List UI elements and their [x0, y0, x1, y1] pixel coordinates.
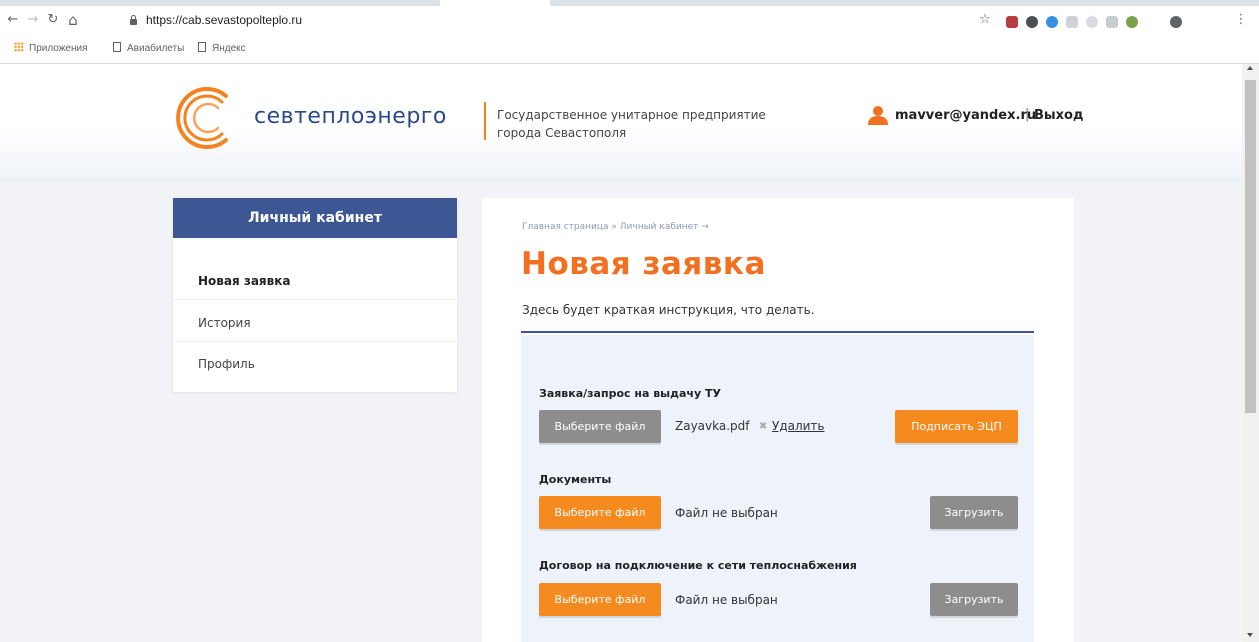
browser-chrome: ← → ↻ ⌂ https://cab.sevastopolteplo.ru ☆… [0, 0, 1259, 64]
extension-icon[interactable] [1026, 16, 1038, 28]
extension-icon[interactable] [1046, 16, 1058, 28]
title-divider [521, 331, 1034, 333]
scroll-up-icon[interactable] [1247, 66, 1253, 70]
home-icon[interactable]: ⌂ [64, 11, 82, 29]
choose-file-button[interactable]: Выберите файл [539, 496, 661, 529]
upload-button[interactable]: Загрузить [930, 496, 1018, 529]
sidebar-divider [173, 341, 457, 342]
logo-icon[interactable] [170, 82, 240, 152]
remove-file-link[interactable]: Удалить [772, 419, 825, 433]
scrollbar-thumb[interactable] [1245, 80, 1256, 413]
extension-icon[interactable] [1006, 16, 1018, 28]
sidebar: Личный кабинет Новая заявка История Проф… [173, 198, 457, 392]
company-tagline: Государственное унитарное предприятие го… [497, 108, 766, 140]
breadcrumb[interactable]: Главная страница » Личный кабинет → [522, 222, 709, 232]
upload-button[interactable]: Загрузить [930, 583, 1018, 616]
bookmarks-bar: Приложения Авиабилеты Яндекс [0, 38, 1259, 60]
tagline-divider [484, 102, 486, 140]
choose-file-button[interactable]: Выберите файл [539, 583, 661, 616]
forward-icon[interactable]: → [24, 11, 42, 29]
sidebar-item-history[interactable]: История [198, 316, 251, 330]
instruction-text: Здесь будет краткая инструкция, что дела… [522, 303, 815, 317]
field-label-contract: Договор на подключение к сети теплоснабж… [539, 559, 857, 572]
browser-toolbar: ← → ↻ ⌂ https://cab.sevastopolteplo.ru ☆… [0, 6, 1259, 36]
bookmark-apps[interactable]: Приложения [14, 42, 88, 54]
user-email[interactable]: mavver@yandex.ru [895, 108, 1036, 123]
star-icon[interactable]: ☆ [976, 11, 994, 29]
logo-text[interactable]: севтеплоэнерго [254, 104, 447, 129]
sidebar-item-new-request[interactable]: Новая заявка [198, 274, 290, 288]
no-file-text: Файл не выбран [675, 593, 778, 607]
apps-icon [14, 42, 24, 52]
user-icon [868, 106, 888, 125]
selected-file-name: Zayavka.pdf [675, 419, 750, 433]
page-title: Новая заявка [521, 246, 766, 282]
scroll-down-icon[interactable] [1247, 633, 1253, 637]
bookmark-aviabilety[interactable]: Авиабилеты [113, 42, 184, 54]
sidebar-divider [173, 299, 457, 300]
address-bar[interactable]: https://cab.sevastopolteplo.ru [146, 13, 302, 27]
menu-icon[interactable]: ⋮ [1232, 11, 1250, 29]
sign-ecp-button[interactable]: Подписать ЭЦП [895, 410, 1018, 443]
lock-icon [130, 15, 137, 25]
back-icon[interactable]: ← [4, 11, 22, 29]
field-label-documents: Документы [539, 473, 612, 486]
bookmark-yandex[interactable]: Яндекс [198, 42, 246, 54]
choose-file-button[interactable]: Выберите файл [539, 410, 661, 443]
sidebar-title: Личный кабинет [173, 198, 457, 238]
profile-icon[interactable] [1170, 16, 1182, 28]
reload-icon[interactable]: ↻ [44, 11, 62, 29]
logout-link[interactable]: Выход [1034, 108, 1083, 123]
no-file-text: Файл не выбран [675, 506, 778, 520]
page-icon [198, 42, 206, 52]
extension-icon[interactable] [1066, 16, 1078, 28]
extension-icon[interactable] [1126, 16, 1138, 28]
extension-icon[interactable] [1106, 16, 1118, 28]
header-separator: | [1025, 107, 1030, 122]
extension-icon[interactable] [1086, 16, 1098, 28]
field-label-tu-request: Заявка/запрос на выдачу ТУ [539, 387, 721, 400]
page-icon [113, 42, 121, 52]
sidebar-item-profile[interactable]: Профиль [198, 357, 255, 371]
remove-icon[interactable]: ✖ [759, 421, 767, 432]
